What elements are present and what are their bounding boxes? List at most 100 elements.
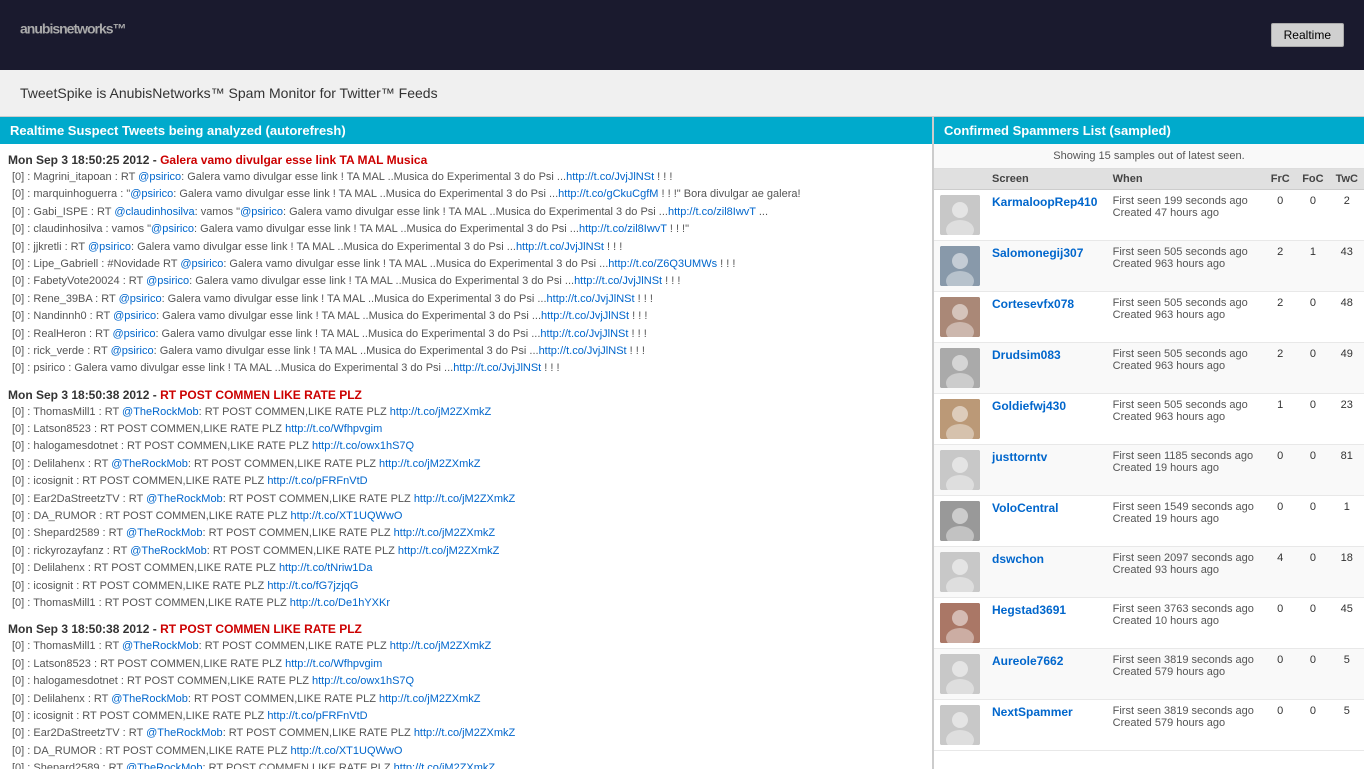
tweet-url[interactable]: http://t.co/XT1UQWwO xyxy=(291,510,403,522)
col-screen: Screen xyxy=(986,169,1107,190)
mention-link[interactable]: @TheRockMob xyxy=(111,693,188,705)
screen-name-link[interactable]: VoloCentral xyxy=(992,501,1058,515)
mention-link[interactable]: @psirico xyxy=(113,310,156,322)
mention-link[interactable]: @psirico xyxy=(138,171,181,183)
screen-name-link[interactable]: NextSpammer xyxy=(992,705,1073,719)
screen-name-link[interactable]: Salomonegij307 xyxy=(992,246,1083,260)
tweet-url[interactable]: http://t.co/JvjJlNSt xyxy=(516,241,604,253)
avatar-cell xyxy=(934,445,986,496)
tweet-url[interactable]: http://t.co/XT1UQWwO xyxy=(291,745,403,757)
screen-name-link[interactable]: Cortesevfx078 xyxy=(992,297,1074,311)
mention-link[interactable]: @claudinhosilva xyxy=(114,206,194,218)
tweet-url[interactable]: http://t.co/jM2ZXmkZ xyxy=(414,493,515,505)
tweet-url[interactable]: http://t.co/tNriw1Da xyxy=(279,562,373,574)
mention-link[interactable]: @psirico xyxy=(88,241,131,253)
mention-link[interactable]: @psirico xyxy=(111,345,154,357)
tweet-url[interactable]: http://t.co/De1hYXKr xyxy=(290,597,390,609)
mention-link[interactable]: @psirico xyxy=(119,293,162,305)
created: Created 47 hours ago xyxy=(1113,207,1259,219)
screen-name-link[interactable]: Goldiefwj430 xyxy=(992,399,1066,413)
tweet-url[interactable]: http://t.co/pFRFnVtD xyxy=(267,475,367,487)
tweet-url[interactable]: http://t.co/pFRFnVtD xyxy=(267,710,367,722)
mention-link[interactable]: @psirico xyxy=(130,188,173,200)
mention-link[interactable]: @TheRockMob xyxy=(130,545,207,557)
tweet-url[interactable]: http://t.co/jM2ZXmkZ xyxy=(379,458,480,470)
tweet-url[interactable]: http://t.co/JvjJlNSt xyxy=(566,171,654,183)
tweet-item: [0] : Latson8523 : RT POST COMMEN,LIKE R… xyxy=(8,656,924,673)
screen-cell: justtorntv xyxy=(986,445,1107,496)
right-panel-title: Confirmed Spammers List (sampled) xyxy=(944,123,1171,138)
mention-link[interactable]: @TheRockMob xyxy=(146,493,223,505)
tweet-url[interactable]: http://t.co/JvjJlNSt xyxy=(539,345,627,357)
first-seen: First seen 505 seconds ago xyxy=(1113,348,1259,360)
tweet-item: [0] : Rene_39BA : RT @psirico: Galera va… xyxy=(8,291,924,308)
col-avatar xyxy=(934,169,986,190)
col-when: When xyxy=(1107,169,1265,190)
tweet-url[interactable]: http://t.co/zil8IwvT xyxy=(579,223,667,235)
tweet-url[interactable]: http://t.co/Wfhpvgim xyxy=(285,658,382,670)
screen-name-link[interactable]: justtorntv xyxy=(992,450,1047,464)
avatar xyxy=(940,399,980,439)
twc-cell: 18 xyxy=(1330,547,1364,598)
tweet-url[interactable]: http://t.co/jM2ZXmkZ xyxy=(414,727,515,739)
tweet-url[interactable]: http://t.co/owx1hS7Q xyxy=(312,675,414,687)
screen-name-link[interactable]: Hegstad3691 xyxy=(992,603,1066,617)
frc-cell: 2 xyxy=(1264,241,1296,292)
screen-name-link[interactable]: dswchon xyxy=(992,552,1044,566)
tweet-item: [0] : Gabi_ISPE : RT @claudinhosilva: va… xyxy=(8,204,924,221)
screen-name-link[interactable]: Drudsim083 xyxy=(992,348,1061,362)
tweet-url[interactable]: http://t.co/zil8IwvT xyxy=(668,206,756,218)
tweets-container[interactable]: Mon Sep 3 18:50:25 2012 - Galera vamo di… xyxy=(0,144,932,769)
mention-link[interactable]: @TheRockMob xyxy=(111,458,188,470)
tweet-url[interactable]: http://t.co/jM2ZXmkZ xyxy=(394,527,495,539)
first-seen: First seen 199 seconds ago xyxy=(1113,195,1259,207)
screen-name-link[interactable]: KarmaloopRep410 xyxy=(992,195,1097,209)
tweet-item: [0] : Lipe_Gabriell : #Novidade RT @psir… xyxy=(8,256,924,273)
tweet-url[interactable]: http://t.co/JvjJlNSt xyxy=(574,275,662,287)
mention-link[interactable]: @psirico xyxy=(112,328,155,340)
foc-cell: 1 xyxy=(1296,241,1329,292)
mention-link[interactable]: @TheRockMob xyxy=(126,527,203,539)
seen-info: First seen 3819 seconds ago Created 579 … xyxy=(1113,654,1259,678)
tweet-item: [0] : rickyrozayfanz : RT @TheRockMob: R… xyxy=(8,543,924,560)
when-cell: First seen 3763 seconds ago Created 10 h… xyxy=(1107,598,1265,649)
screen-name-link[interactable]: Aureole7662 xyxy=(992,654,1063,668)
avatar-cell xyxy=(934,190,986,241)
tweet-url[interactable]: http://t.co/owx1hS7Q xyxy=(312,440,414,452)
created: Created 963 hours ago xyxy=(1113,360,1259,372)
twc-cell: 5 xyxy=(1330,700,1364,751)
mention-link[interactable]: @TheRockMob xyxy=(122,406,199,418)
mention-link[interactable]: @psirico xyxy=(180,258,223,270)
seen-info: First seen 1185 seconds ago Created 19 h… xyxy=(1113,450,1259,474)
tweet-url[interactable]: http://t.co/Z6Q3UMWs xyxy=(608,258,717,270)
mention-link[interactable]: @psirico xyxy=(151,223,194,235)
table-row: Salomonegij307 First seen 505 seconds ag… xyxy=(934,241,1364,292)
header: anubisnetworks™ Realtime xyxy=(0,0,1364,70)
tweet-url[interactable]: http://t.co/JvjJlNSt xyxy=(541,310,629,322)
avatar xyxy=(940,603,980,643)
first-seen: First seen 3819 seconds ago xyxy=(1113,705,1259,717)
tweet-url[interactable]: http://t.co/fG7jzjqG xyxy=(267,580,358,592)
tweet-url[interactable]: http://t.co/jM2ZXmkZ xyxy=(379,693,480,705)
left-panel-header: Realtime Suspect Tweets being analyzed (… xyxy=(0,117,932,144)
tweet-url[interactable]: http://t.co/JvjJlNSt xyxy=(453,362,541,374)
spammers-table-container[interactable]: Screen When FrC FoC TwC KarmaloopRep410 … xyxy=(934,169,1364,769)
mention-link[interactable]: @TheRockMob xyxy=(122,640,199,652)
tweet-item: [0] : ThomasMill1 : RT POST COMMEN,LIKE … xyxy=(8,595,924,612)
tweet-url[interactable]: http://t.co/JvjJlNSt xyxy=(540,328,628,340)
tweet-url[interactable]: http://t.co/gCkuCgfM xyxy=(558,188,658,200)
first-seen: First seen 505 seconds ago xyxy=(1113,297,1259,309)
table-row: Aureole7662 First seen 3819 seconds ago … xyxy=(934,649,1364,700)
mention-link[interactable]: @TheRockMob xyxy=(146,727,223,739)
mention-link[interactable]: @psirico xyxy=(146,275,189,287)
tweet-url[interactable]: http://t.co/JvjJlNSt xyxy=(547,293,635,305)
realtime-button[interactable]: Realtime xyxy=(1271,23,1344,47)
tweet-url[interactable]: http://t.co/jM2ZXmkZ xyxy=(398,545,499,557)
twc-cell: 43 xyxy=(1330,241,1364,292)
created: Created 10 hours ago xyxy=(1113,615,1259,627)
tweet-url[interactable]: http://t.co/Wfhpvgim xyxy=(285,423,382,435)
mention-link[interactable]: @psirico xyxy=(240,206,283,218)
tweet-url[interactable]: http://t.co/jM2ZXmkZ xyxy=(390,406,491,418)
avatar xyxy=(940,195,980,235)
tweet-url[interactable]: http://t.co/jM2ZXmkZ xyxy=(390,640,491,652)
